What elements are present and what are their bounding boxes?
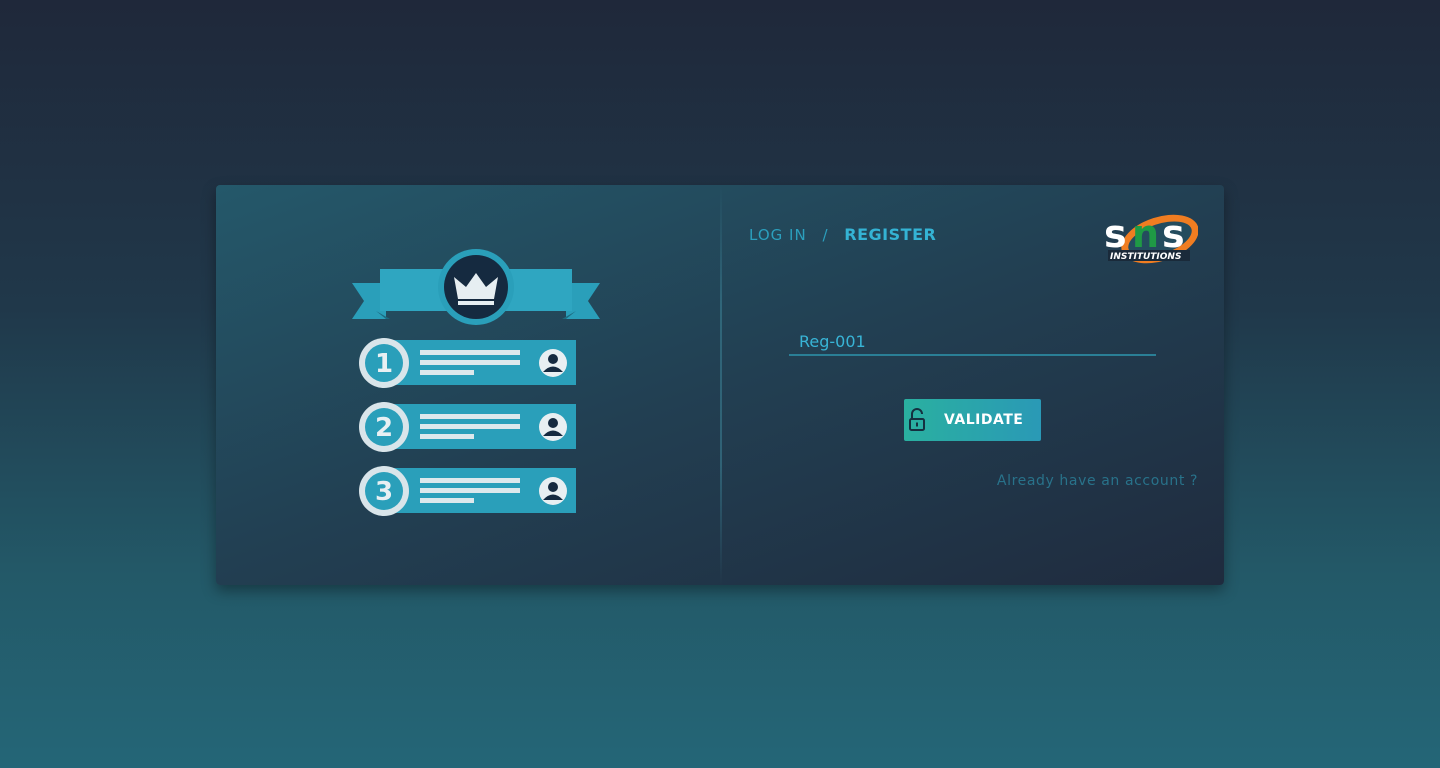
lock-icon — [909, 408, 925, 431]
register-card: 1 2 3 LOG IN / REGISTER s n s INSTITUTIO… — [216, 185, 1224, 585]
leaderboard-illustration: 1 2 3 — [352, 249, 600, 516]
tab-register[interactable]: REGISTER — [844, 225, 936, 244]
leaderboard-row-2: 2 — [359, 402, 576, 452]
sns-institutions-logo: s n s INSTITUTIONS — [1104, 212, 1198, 264]
user-avatar-icon — [539, 413, 567, 441]
tab-separator: / — [822, 226, 829, 244]
leaderboard-row-3: 3 — [359, 466, 576, 516]
vertical-divider — [720, 185, 722, 585]
validate-button-label: VALIDATE — [944, 412, 1024, 428]
leaderboard-row-1: 1 — [359, 338, 576, 388]
svg-text:s: s — [1162, 212, 1183, 256]
svg-text:n: n — [1132, 212, 1157, 256]
svg-text:s: s — [1104, 212, 1125, 256]
rank-number-2: 2 — [375, 413, 393, 443]
validate-button[interactable]: VALIDATE — [904, 399, 1041, 441]
user-avatar-icon — [539, 349, 567, 377]
logo-subtitle: INSTITUTIONS — [1110, 252, 1181, 262]
rank-number-1: 1 — [375, 349, 393, 379]
register-number-input[interactable] — [789, 328, 1156, 356]
tab-login[interactable]: LOG IN — [749, 226, 807, 244]
user-avatar-icon — [539, 477, 567, 505]
rank-number-3: 3 — [375, 477, 393, 507]
already-have-account-link[interactable]: Already have an account ? — [996, 473, 1198, 489]
auth-tabs: LOG IN / REGISTER — [749, 225, 936, 244]
